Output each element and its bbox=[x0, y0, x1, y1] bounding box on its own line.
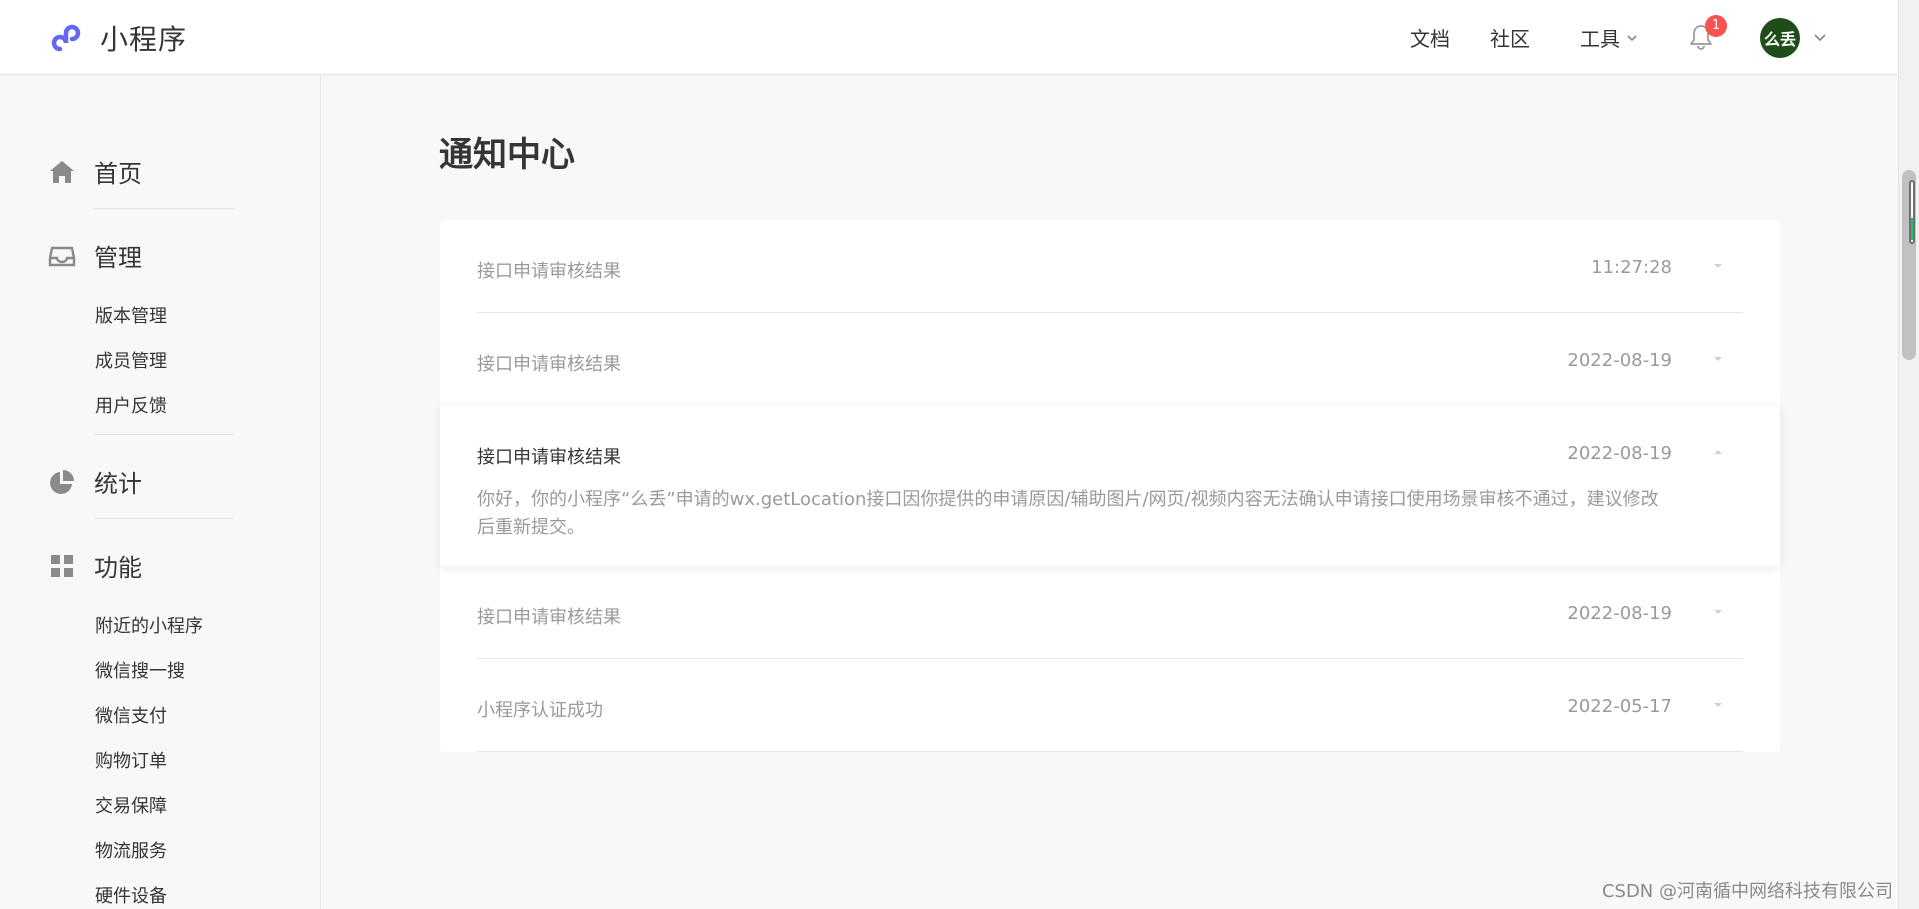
inbox-icon bbox=[48, 246, 76, 266]
notice-time: 2022-08-19 bbox=[1567, 350, 1672, 371]
notification-badge: 1 bbox=[1705, 14, 1727, 37]
notice-title: 接口申请审核结果 bbox=[477, 607, 621, 628]
notification-bell[interactable]: 1 bbox=[1688, 14, 1727, 53]
notice-title: 接口申请审核结果 bbox=[477, 354, 621, 375]
caret-down-icon[interactable] bbox=[1711, 605, 1725, 619]
nav-tools[interactable]: 工具 bbox=[1580, 23, 1638, 52]
sidebar-item-logistics[interactable]: 物流服务 bbox=[95, 837, 167, 863]
caret-down-icon[interactable] bbox=[1711, 259, 1725, 273]
sidebar-item-shopping-orders[interactable]: 购物订单 bbox=[95, 747, 167, 773]
page-scrollbar[interactable] bbox=[1898, 0, 1919, 909]
sidebar: 首页 管理 版本管理 成员管理 用户反馈 统计 功能 附近的小程序 微信搜一搜 … bbox=[0, 76, 321, 909]
caret-up-icon[interactable] bbox=[1711, 445, 1725, 459]
app-name: 小程序 bbox=[100, 23, 188, 56]
notice-item[interactable]: 接口申请审核结果 2022-08-19 bbox=[440, 313, 1780, 406]
notice-time: 2022-08-19 bbox=[1567, 443, 1672, 464]
nav-tools-label: 工具 bbox=[1580, 27, 1620, 51]
top-nav: 文档 社区 工具 1 么丢 bbox=[1370, 0, 1828, 75]
sidebar-group-label: 统计 bbox=[94, 470, 142, 498]
notice-time: 2022-08-19 bbox=[1567, 603, 1672, 624]
notice-list: 接口申请审核结果 11:27:28 接口申请审核结果 2022-08-19 接口… bbox=[440, 220, 1780, 752]
sidebar-item-trade-guarantee[interactable]: 交易保障 bbox=[95, 792, 167, 818]
sidebar-item-member-manage[interactable]: 成员管理 bbox=[95, 347, 167, 373]
nav-community[interactable]: 社区 bbox=[1490, 23, 1530, 52]
home-icon bbox=[50, 160, 74, 183]
nav-docs[interactable]: 文档 bbox=[1410, 23, 1450, 52]
sidebar-group-label: 管理 bbox=[94, 244, 142, 272]
sidebar-item-version-manage[interactable]: 版本管理 bbox=[95, 302, 167, 328]
sidebar-group-manage[interactable]: 管理 bbox=[48, 238, 142, 273]
notice-title: 接口申请审核结果 bbox=[477, 261, 621, 282]
sidebar-group-features[interactable]: 功能 bbox=[48, 548, 142, 583]
chevron-down-icon bbox=[1627, 34, 1637, 41]
notice-item[interactable]: 小程序认证成功 2022-05-17 bbox=[440, 659, 1780, 752]
sidebar-divider bbox=[95, 434, 233, 435]
notice-time: 2022-05-17 bbox=[1567, 696, 1672, 717]
notice-time: 11:27:28 bbox=[1591, 257, 1672, 278]
caret-down-icon[interactable] bbox=[1711, 698, 1725, 712]
pie-chart-icon bbox=[50, 469, 74, 494]
top-header: 小程序 文档 社区 工具 1 么丢 bbox=[0, 0, 1898, 75]
notice-item-expanded[interactable]: 接口申请审核结果 2022-08-19 你好，你的小程序“么丢”申请的wx.ge… bbox=[440, 406, 1780, 566]
avatar[interactable]: 么丢 bbox=[1760, 17, 1800, 58]
sidebar-item-wechat-pay[interactable]: 微信支付 bbox=[95, 702, 167, 728]
scroll-indicator bbox=[1909, 180, 1915, 244]
watermark: CSDN @河南循中网络科技有限公司 bbox=[1601, 881, 1893, 902]
sidebar-item-user-feedback[interactable]: 用户反馈 bbox=[95, 392, 167, 418]
sidebar-group-home[interactable]: 首页 bbox=[48, 154, 142, 189]
grid-icon bbox=[51, 554, 73, 577]
chevron-down-icon[interactable] bbox=[1812, 30, 1828, 46]
sidebar-item-hardware[interactable]: 硬件设备 bbox=[95, 882, 167, 908]
notice-item[interactable]: 接口申请审核结果 11:27:28 bbox=[440, 220, 1780, 313]
sidebar-group-stats[interactable]: 统计 bbox=[48, 464, 142, 499]
notice-divider bbox=[477, 751, 1743, 752]
notice-title: 接口申请审核结果 bbox=[477, 447, 621, 468]
notice-title: 小程序认证成功 bbox=[477, 700, 603, 721]
sidebar-divider bbox=[95, 208, 233, 209]
page-title: 通知中心 bbox=[439, 135, 575, 175]
sidebar-group-label: 首页 bbox=[94, 160, 142, 188]
caret-down-icon[interactable] bbox=[1711, 352, 1725, 366]
sidebar-divider bbox=[95, 518, 233, 519]
mini-program-logo-icon bbox=[51, 24, 81, 52]
notice-item[interactable]: 接口申请审核结果 2022-08-19 bbox=[440, 566, 1780, 659]
sidebar-item-wechat-search[interactable]: 微信搜一搜 bbox=[95, 657, 185, 683]
notice-body: 你好，你的小程序“么丢”申请的wx.getLocation接口因你提供的申请原因… bbox=[477, 489, 1659, 538]
logo[interactable]: 小程序 bbox=[48, 18, 187, 58]
sidebar-group-label: 功能 bbox=[94, 554, 142, 582]
sidebar-item-nearby[interactable]: 附近的小程序 bbox=[95, 612, 203, 638]
